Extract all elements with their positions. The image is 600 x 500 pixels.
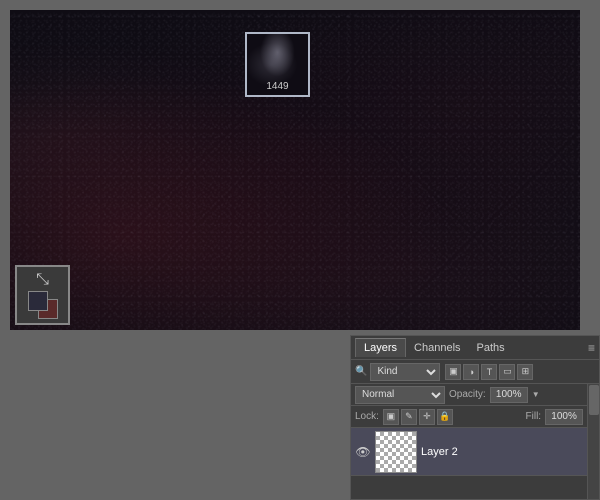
filter-icons: ▣ ◑ T ▭ ⊞: [445, 364, 533, 380]
lock-label: Lock:: [355, 411, 379, 422]
smart-filter-btn[interactable]: ⊞: [517, 364, 533, 380]
panel-tabs-row: Layers Channels Paths ≡: [351, 336, 599, 360]
layer-name: Layer 2: [421, 446, 595, 458]
move-tool-icon: ⤡: [36, 271, 49, 289]
lock-pixels-btn[interactable]: ▣: [383, 409, 399, 425]
layer-thumbnail: [375, 431, 417, 473]
search-icon: 🔍: [355, 366, 367, 377]
type-filter-btn[interactable]: T: [481, 364, 497, 380]
adjust-filter-btn[interactable]: ◑: [463, 364, 479, 380]
thumbnail-popup: 1449: [245, 32, 310, 97]
foreground-color-swatch[interactable]: [28, 291, 48, 311]
canvas-area: 1449: [10, 10, 580, 330]
lock-all-btn[interactable]: 🔒: [437, 409, 453, 425]
blend-mode-select[interactable]: Normal: [355, 386, 445, 404]
fill-label: Fill:: [526, 411, 542, 422]
opacity-input[interactable]: [490, 387, 528, 403]
layer-visibility-toggle[interactable]: 👁: [355, 444, 371, 460]
lock-fill-row: Lock: ▣ ✎ ✛ 🔒 Fill: ▼: [351, 406, 599, 428]
color-swatches[interactable]: [28, 291, 58, 319]
tool-icons-container: ⤡: [28, 271, 58, 319]
layers-panel: Layers Channels Paths ≡ 🔍 Kind ▣ ◑ T ▭ ⊞…: [350, 335, 600, 500]
pixel-filter-btn[interactable]: ▣: [445, 364, 461, 380]
opacity-arrow-icon[interactable]: ▼: [532, 390, 540, 399]
thumbnail-label: 1449: [266, 81, 288, 92]
lock-image-btn[interactable]: ✎: [401, 409, 417, 425]
panel-menu-icon[interactable]: ≡: [588, 341, 595, 355]
blend-opacity-row: Normal Opacity: ▼: [351, 384, 599, 406]
scrollbar[interactable]: [587, 384, 599, 499]
tool-area: ⤡: [15, 265, 70, 325]
tab-paths[interactable]: Paths: [469, 339, 513, 357]
filter-row: 🔍 Kind ▣ ◑ T ▭ ⊞: [351, 360, 599, 384]
lock-position-btn[interactable]: ✛: [419, 409, 435, 425]
fill-input[interactable]: [545, 409, 583, 425]
lock-icons: ▣ ✎ ✛ 🔒: [383, 409, 453, 425]
tab-channels[interactable]: Channels: [406, 339, 468, 357]
layer-row[interactable]: 👁 Layer 2: [351, 428, 599, 476]
opacity-label: Opacity:: [449, 389, 486, 400]
kind-select[interactable]: Kind: [370, 363, 440, 381]
move-arrows-icon: ⤡: [36, 271, 49, 289]
shape-filter-btn[interactable]: ▭: [499, 364, 515, 380]
scroll-thumb[interactable]: [589, 385, 599, 415]
tab-layers[interactable]: Layers: [355, 338, 406, 357]
